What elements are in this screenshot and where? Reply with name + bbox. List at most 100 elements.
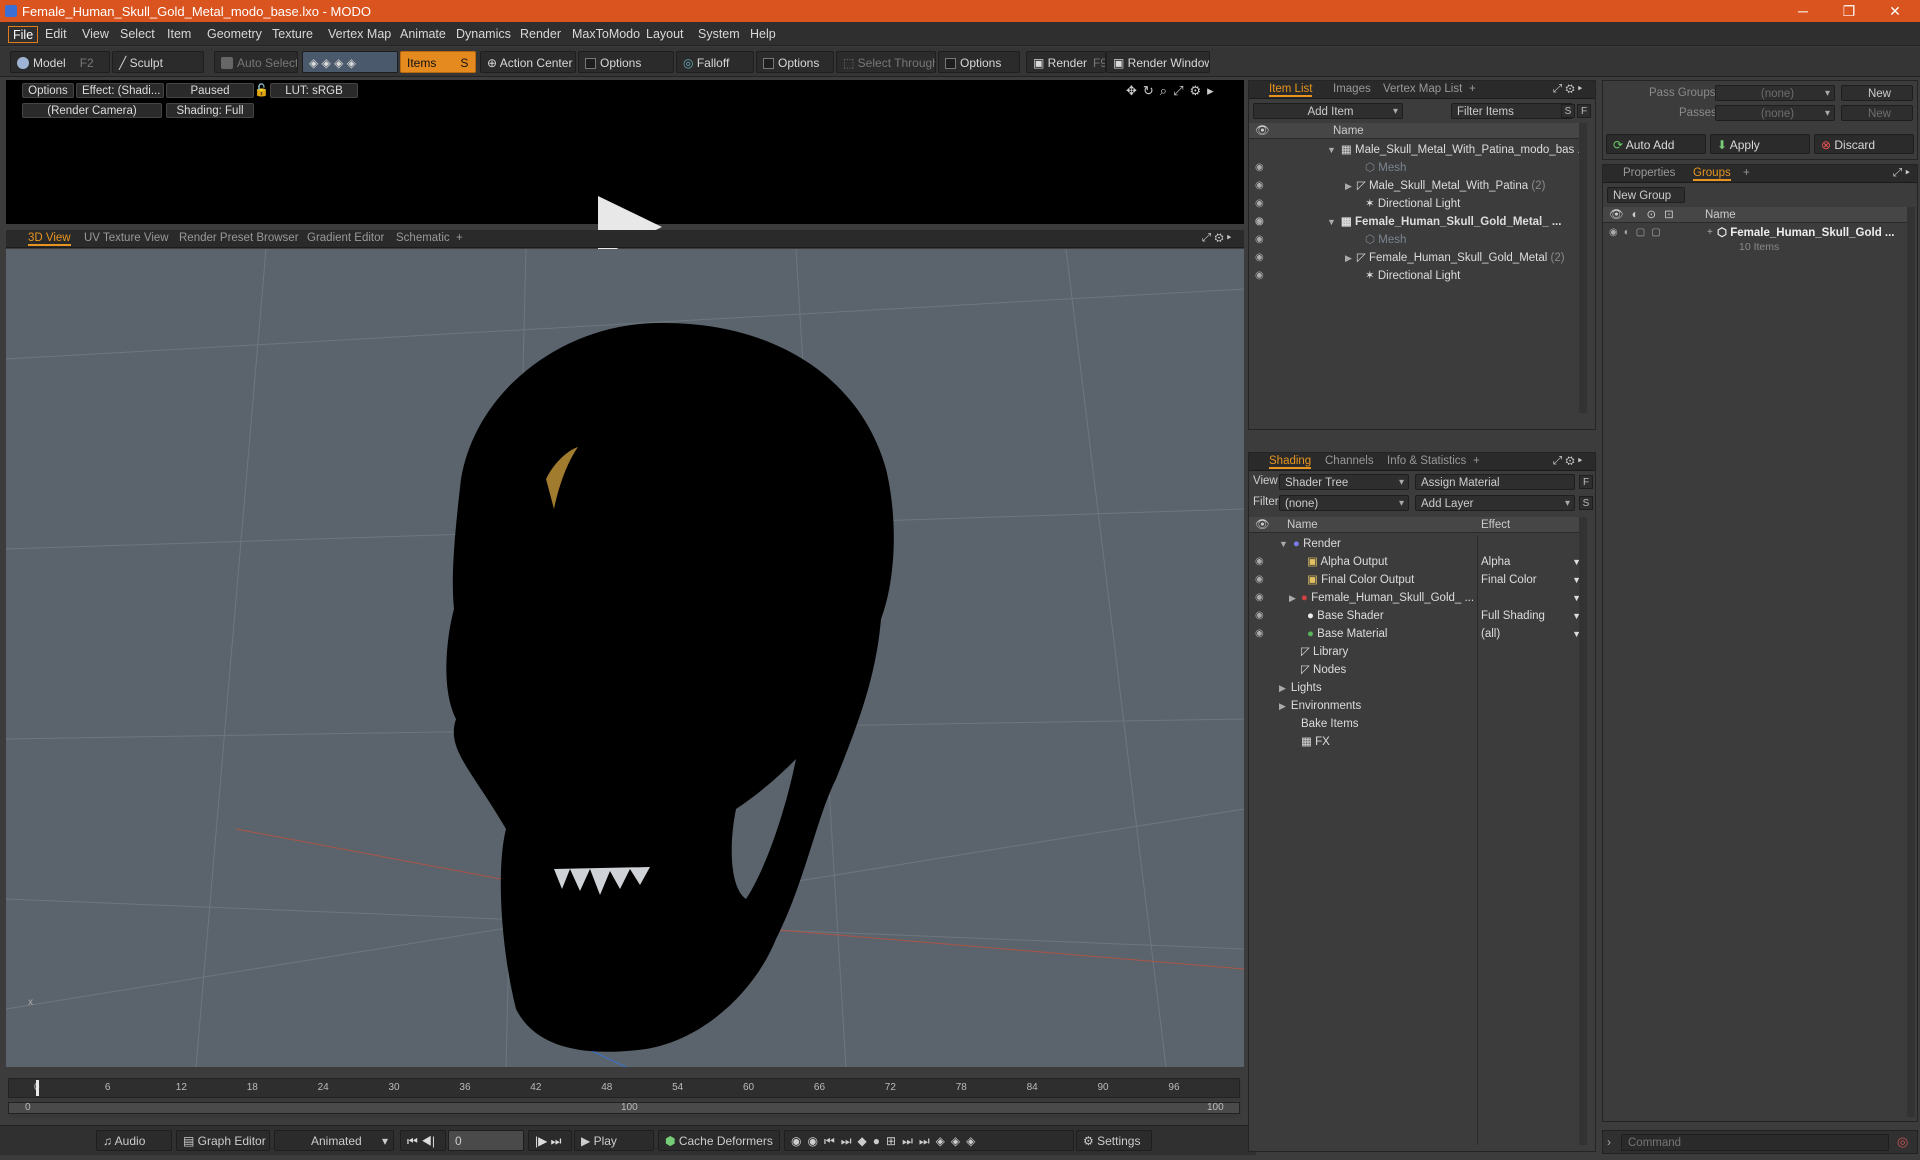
menu-help[interactable]: Help: [746, 26, 780, 43]
tab-item-list[interactable]: Item List: [1269, 83, 1313, 97]
pass-groups-dropdown[interactable]: (none): [1715, 85, 1835, 101]
effect-dropdown[interactable]: Full Shading ▼: [1481, 607, 1585, 625]
panel-expand-icon[interactable]: ⤢ ▸: [1893, 167, 1910, 180]
close-button[interactable]: ✕: [1872, 0, 1918, 22]
transport-skip-back-icons[interactable]: ⏮ ◀|: [400, 1130, 446, 1151]
list-item[interactable]: ◉ ✶ Directional Light: [1249, 267, 1585, 285]
eye-icon[interactable]: ◉: [1255, 159, 1264, 177]
preview-options-button[interactable]: Options: [22, 83, 74, 98]
list-item[interactable]: ◉ ▶ ◸ Female_Human_Skull_Gold_Metal (2): [1249, 249, 1585, 267]
tab-gradient-editor[interactable]: Gradient Editor: [307, 232, 384, 244]
apply-button[interactable]: ⬇ Apply: [1710, 134, 1810, 154]
menu-edit[interactable]: Edit: [41, 26, 71, 43]
effect-dropdown[interactable]: Alpha ▼: [1481, 553, 1585, 571]
selection-mode-icons[interactable]: ◈ ◈ ◈ ◈: [302, 51, 398, 73]
add-layer-dropdown[interactable]: Add Layer: [1415, 495, 1575, 511]
menu-view[interactable]: View: [78, 26, 113, 43]
shading-dropdown[interactable]: Shading: Full: [166, 103, 254, 118]
view-dropdown[interactable]: Shader Tree: [1279, 474, 1409, 490]
render-preview[interactable]: Options Effect: (Shadi... Paused 🔓 LUT: …: [6, 80, 1244, 258]
eye-icon[interactable]: ◉: [1255, 249, 1264, 267]
lock-icon[interactable]: 🔓: [254, 83, 269, 97]
frame-field[interactable]: 0: [448, 1130, 524, 1151]
list-item[interactable]: ▼ ▦ Male_Skull_Metal_With_Patina_modo_bas…: [1249, 141, 1587, 159]
tab-info-statistics[interactable]: Info & Statistics: [1387, 455, 1466, 467]
tab-images[interactable]: Images: [1333, 83, 1371, 95]
eye-icon[interactable]: ◉: [1255, 195, 1264, 213]
settings-button[interactable]: ⚙ Settings: [1076, 1130, 1152, 1151]
list-item[interactable]: ◸ Library: [1249, 643, 1585, 661]
new-pass-group-button[interactable]: New: [1841, 85, 1913, 101]
list-item[interactable]: ▶ Environments: [1249, 697, 1585, 715]
item-list-f-button[interactable]: F: [1577, 104, 1591, 118]
eye-icon[interactable]: ◉: [1255, 213, 1264, 231]
add-tab-button[interactable]: +: [1473, 455, 1480, 467]
item-list-scrollbar[interactable]: [1579, 123, 1587, 413]
list-item[interactable]: ◉ ● Base Shader Full Shading ▼: [1249, 607, 1585, 625]
list-item[interactable]: ◉ ▣ Final Color Output Final Color ▼: [1249, 571, 1585, 589]
select-through-button[interactable]: ⬚ Select Through: [836, 51, 936, 73]
menu-item[interactable]: Item: [163, 26, 195, 43]
menu-texture[interactable]: Texture: [268, 26, 317, 43]
group-row-toggles[interactable]: ◉◐▢▢: [1609, 227, 1667, 238]
key-tools-icons[interactable]: ◉◉⏮⏭◆●⊞⏭⏭◈◈◈: [784, 1130, 1074, 1151]
lut-dropdown[interactable]: LUT: sRGB: [270, 83, 358, 98]
menu-layout[interactable]: Layout: [642, 26, 688, 43]
menu-vertex-map[interactable]: Vertex Map: [324, 26, 395, 43]
tab-properties[interactable]: Properties: [1623, 167, 1675, 179]
list-item[interactable]: Bake Items: [1249, 715, 1585, 733]
menu-system[interactable]: System: [694, 26, 744, 43]
eye-icon[interactable]: ◉: [1255, 607, 1264, 625]
command-input[interactable]: [1621, 1134, 1889, 1151]
add-item-dropdown[interactable]: Add Item: [1253, 103, 1403, 119]
menu-select[interactable]: Select: [116, 26, 159, 43]
eye-icon[interactable]: ◉: [1255, 625, 1264, 643]
list-item[interactable]: ◉ ▼ ▦ Female_Human_Skull_Gold_Metal_ ...: [1249, 213, 1585, 231]
minimize-button[interactable]: ─: [1780, 0, 1826, 22]
menu-maxtomodo[interactable]: MaxToModo: [568, 26, 644, 43]
transport-skip-forward-icons[interactable]: |▶ ⏭: [528, 1130, 572, 1151]
model-mode-button[interactable]: Model F2: [10, 51, 110, 73]
eye-icon[interactable]: ◉: [1255, 267, 1264, 285]
menu-animate[interactable]: Animate: [396, 26, 450, 43]
auto-add-button[interactable]: ⟳ Auto Add: [1606, 134, 1706, 154]
list-item[interactable]: ◉ ▣ Alpha Output Alpha ▼: [1249, 553, 1585, 571]
preview-effect-dropdown[interactable]: Effect: (Shadi...: [76, 83, 164, 98]
tab-shading[interactable]: Shading: [1269, 455, 1312, 469]
list-item[interactable]: ◉ ▶ ◸ Male_Skull_Metal_With_Patina (2): [1249, 177, 1585, 195]
record-icon[interactable]: ◎: [1897, 1134, 1908, 1150]
preview-paused-button[interactable]: Paused: [166, 83, 254, 98]
add-tab-button[interactable]: +: [456, 232, 463, 244]
panel-expand-icon[interactable]: ⤢ ⚙ ▸: [1553, 455, 1582, 468]
group-row[interactable]: ◉◐▢▢ + ⬡ Female_Human_Skull_Gold ... 10 …: [1603, 225, 1907, 259]
add-tab-button[interactable]: +: [1743, 167, 1750, 179]
filter-dropdown[interactable]: (none): [1279, 495, 1409, 511]
animated-dropdown[interactable]: Animated ▾: [274, 1130, 394, 1151]
menu-render[interactable]: Render: [516, 26, 565, 43]
new-pass-button[interactable]: New: [1841, 105, 1913, 121]
timeline-ruler[interactable]: 06121824303642485460667278849096: [8, 1078, 1240, 1098]
list-item[interactable]: ◉ ✶ Directional Light: [1249, 195, 1585, 213]
preview-nav-icons[interactable]: ✥↻⌕⤢⚙▸: [1126, 83, 1220, 99]
list-item[interactable]: ▼ ● Render: [1249, 535, 1585, 553]
effect-dropdown[interactable]: Final Color ▼: [1481, 571, 1585, 589]
list-item[interactable]: ◉ ● Base Material (all) ▼: [1249, 625, 1585, 643]
maximize-button[interactable]: ❐: [1826, 0, 1872, 22]
items-mode-button[interactable]: Items S: [400, 51, 476, 73]
menu-file[interactable]: File: [8, 26, 39, 43]
shader-tree-scrollbar[interactable]: [1579, 517, 1587, 1145]
tab-render-preset-browser[interactable]: Render Preset Browser: [179, 232, 299, 244]
effect-dropdown[interactable]: (all) ▼: [1481, 625, 1585, 643]
camera-dropdown[interactable]: (Render Camera): [22, 103, 162, 118]
tab-groups[interactable]: Groups: [1693, 167, 1731, 181]
panel-expand-icon[interactable]: ⤢ ⚙ ▸: [1553, 83, 1582, 96]
3d-viewport[interactable]: x: [6, 249, 1244, 1067]
eye-icon[interactable]: ◉: [1255, 231, 1264, 249]
eye-icon[interactable]: ◉: [1255, 589, 1264, 607]
expand-icon[interactable]: +: [1707, 227, 1713, 238]
new-group-button[interactable]: New Group: [1607, 187, 1685, 203]
tab-schematic[interactable]: Schematic: [396, 232, 450, 244]
menu-geometry[interactable]: Geometry: [203, 26, 266, 43]
tab-uv-texture-view[interactable]: UV Texture View: [84, 232, 169, 244]
auto-select-button[interactable]: Auto Select: [214, 51, 298, 73]
